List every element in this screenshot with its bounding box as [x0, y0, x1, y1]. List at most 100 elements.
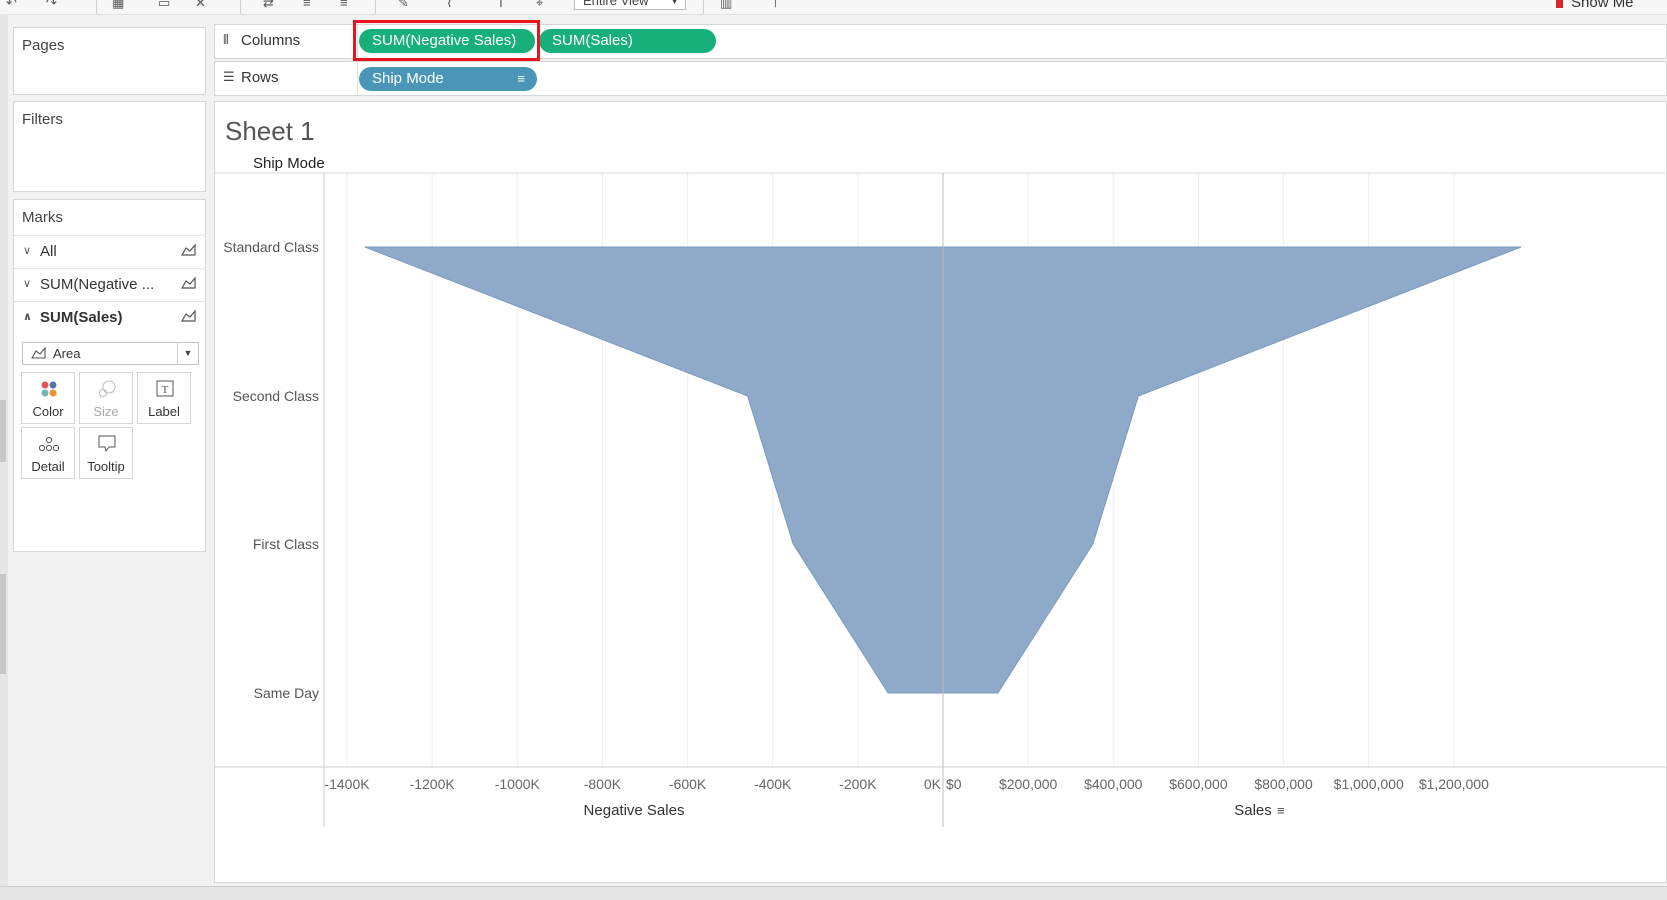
- size-card: Size: [79, 372, 133, 424]
- label-icon[interactable]: T: [497, 0, 505, 10]
- tick-label: $600,000: [1169, 776, 1228, 792]
- pages-pane[interactable]: Pages: [13, 27, 206, 95]
- duplicate-icon[interactable]: ▭: [158, 0, 170, 11]
- tick-labels: -1400K -1200K -1000K -800K -600K -400K -200K 0K…: [324, 776, 1489, 792]
- mark-type-label: Area: [53, 346, 81, 361]
- marks-row-all[interactable]: ∨ All: [14, 235, 205, 268]
- sheet-tab-bar[interactable]: [0, 886, 1667, 900]
- rows-shelf-label: Rows: [241, 69, 279, 86]
- tooltip-card-label: Tooltip: [87, 459, 125, 474]
- undo-icon[interactable]: ↶: [6, 0, 17, 11]
- tooltip-card[interactable]: Tooltip: [79, 427, 133, 479]
- pill-sales[interactable]: SUM(Sales): [539, 29, 716, 53]
- show-me-button[interactable]: Show Me: [1556, 0, 1634, 11]
- size-card-label: Size: [93, 404, 119, 419]
- marks-row-sales[interactable]: ∧ SUM(Sales): [14, 301, 205, 334]
- sort-icon[interactable]: ≡: [517, 67, 525, 91]
- chevron-down-icon: ▼: [670, 0, 679, 6]
- highlight-box: [353, 20, 540, 61]
- tick-label: -600K: [669, 776, 707, 792]
- marks-row-label: SUM(Sales): [40, 309, 123, 326]
- area-chart-icon: [31, 347, 46, 359]
- toolbar: ↶ ↷ ▦ ▭ ✕ ⇄ ≡ ≡ ✎ ⌇ T ⌖ Entire View ▼ ▥ …: [0, 0, 1667, 15]
- chevron-down-icon[interactable]: ▼: [177, 343, 198, 364]
- color-icon: [41, 381, 57, 397]
- tick-label: -200K: [839, 776, 877, 792]
- chart-canvas: ≡ Standard Class Second Class First Class S…: [215, 155, 1666, 827]
- rows-icon: ☰: [223, 69, 235, 84]
- area-chart-icon: [181, 309, 196, 322]
- detail-card[interactable]: Detail: [21, 427, 75, 479]
- sort-ascending-icon[interactable]: ≡: [303, 0, 311, 10]
- mark-type-select[interactable]: Area ▼: [22, 342, 199, 365]
- highlight-icon[interactable]: ✎: [398, 0, 409, 11]
- area-mark-negative-sales[interactable]: [364, 246, 944, 694]
- row-label: Second Class: [233, 388, 319, 404]
- toolbar-separator: [375, 0, 376, 14]
- view-canvas: Sheet 1 ≡ Standard Class Second Class Firs…: [214, 101, 1667, 883]
- detail-card-label: Detail: [31, 459, 65, 474]
- clear-icon[interactable]: ✕: [195, 0, 206, 11]
- pin-icon[interactable]: ⌖: [536, 0, 543, 11]
- pill-ship-mode[interactable]: Ship Mode ≡: [359, 67, 537, 91]
- size-icon: [99, 380, 116, 397]
- tick-label: -1000K: [495, 776, 541, 792]
- strip-segment: [0, 400, 6, 462]
- area-chart-icon: [181, 276, 196, 289]
- tick-label: $1,200,000: [1419, 776, 1489, 792]
- tick-label: -1200K: [410, 776, 456, 792]
- show-me-icon: [1556, 0, 1563, 9]
- toolbar-separator: [96, 0, 97, 14]
- sort-descending-icon[interactable]: ≡: [340, 0, 348, 10]
- columns-shelf-label: Columns: [241, 32, 301, 49]
- marks-title: Marks: [22, 209, 63, 226]
- fit-view-select[interactable]: Entire View ▼: [574, 0, 686, 10]
- toolbar-separator: [240, 0, 241, 14]
- marks-row-label: SUM(Negative ...: [40, 276, 155, 293]
- pill-ship-mode-label: Ship Mode: [372, 70, 444, 87]
- tick-label: -800K: [584, 776, 622, 792]
- pages-title: Pages: [22, 37, 65, 54]
- fit-icon[interactable]: ▥: [720, 0, 732, 11]
- fit-view-select-label: Entire View: [583, 0, 649, 8]
- shelf-divider: [357, 62, 358, 95]
- group-icon[interactable]: ⌇: [446, 0, 452, 11]
- tick-label: -1400K: [324, 776, 370, 792]
- redo-icon[interactable]: ↷: [46, 0, 57, 11]
- row-label: Same Day: [254, 685, 319, 701]
- marks-row-label: All: [40, 243, 57, 260]
- label-card-label: Label: [148, 404, 180, 419]
- tick-label: 0K: [924, 776, 942, 792]
- presentation-icon[interactable]: ⊤: [770, 0, 781, 11]
- filters-pane[interactable]: Filters: [13, 101, 206, 192]
- svg-text:T: T: [162, 384, 169, 396]
- chevron-up-icon: ∧: [23, 311, 32, 323]
- left-axis-title: Negative Sales: [584, 802, 685, 819]
- chevron-down-icon: ∨: [23, 245, 32, 257]
- detail-icon: [38, 436, 60, 452]
- tooltip-icon: [98, 435, 116, 453]
- left-edge-strip: [0, 14, 8, 894]
- columns-icon: ⦀: [223, 32, 229, 47]
- filters-title: Filters: [22, 111, 63, 128]
- row-label: First Class: [253, 536, 319, 552]
- label-card[interactable]: T Label: [137, 372, 191, 424]
- color-card[interactable]: Color: [21, 372, 75, 424]
- chevron-down-icon: ∨: [23, 278, 32, 290]
- text-label-icon: T: [156, 380, 174, 397]
- tick-label: $1,000,000: [1334, 776, 1404, 792]
- tick-label: $0: [946, 776, 962, 792]
- tick-label: -400K: [754, 776, 792, 792]
- sort-icon[interactable]: ≡: [1277, 803, 1285, 818]
- row-label: Standard Class: [223, 239, 319, 255]
- right-axis-title: Sales: [1234, 802, 1272, 819]
- area-mark-sales[interactable]: [942, 246, 1522, 694]
- tick-label: $800,000: [1254, 776, 1313, 792]
- row-header: Ship Mode: [253, 155, 325, 172]
- marks-row-negative-sales[interactable]: ∨ SUM(Negative ...: [14, 268, 205, 301]
- new-sheet-icon[interactable]: ▦: [112, 0, 124, 11]
- strip-segment: [0, 574, 6, 674]
- marks-pane: Marks ∨ All ∨ SUM(Negative ... ∧ SUM(Sal…: [13, 199, 206, 552]
- swap-icon[interactable]: ⇄: [263, 0, 274, 11]
- tick-label: $200,000: [999, 776, 1058, 792]
